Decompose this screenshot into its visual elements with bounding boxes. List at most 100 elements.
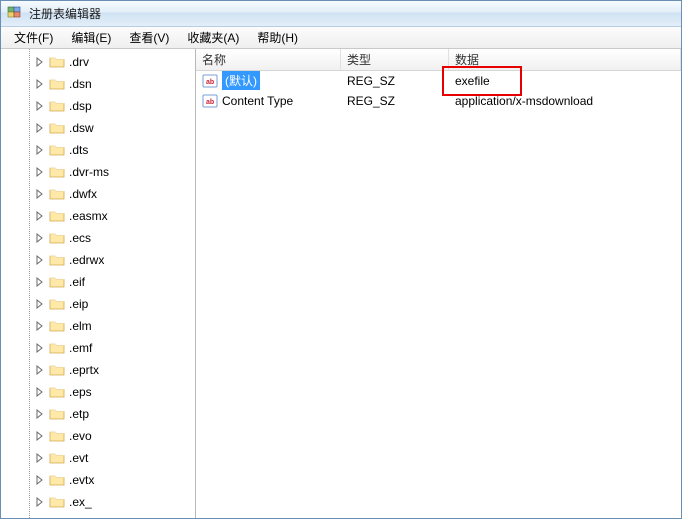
expand-icon[interactable]	[35, 79, 45, 89]
titlebar[interactable]: 注册表编辑器	[1, 1, 681, 27]
list-row[interactable]: abContent TypeREG_SZapplication/x-msdown…	[196, 91, 681, 111]
expand-icon[interactable]	[35, 387, 45, 397]
tree-item-label: .evt	[69, 451, 88, 465]
tree-item-label: .ecs	[69, 231, 91, 245]
folder-icon	[49, 230, 65, 246]
expand-icon[interactable]	[35, 145, 45, 155]
svg-text:ab: ab	[206, 99, 214, 106]
expand-icon[interactable]	[35, 409, 45, 419]
folder-icon	[49, 450, 65, 466]
tree-item[interactable]: .dsp	[3, 95, 195, 117]
value-type: REG_SZ	[347, 74, 395, 88]
tree-item-label: .edrwx	[69, 253, 104, 267]
tree-item[interactable]: .dts	[3, 139, 195, 161]
folder-icon	[49, 54, 65, 70]
menu-help[interactable]: 帮助(H)	[248, 27, 307, 48]
tree-item[interactable]: .dvr-ms	[3, 161, 195, 183]
column-header-type[interactable]: 类型	[341, 49, 449, 70]
app-window: 注册表编辑器 文件(F) 编辑(E) 查看(V) 收藏夹(A) 帮助(H) .d…	[0, 0, 682, 519]
tree-item[interactable]: .eip	[3, 293, 195, 315]
menu-file[interactable]: 文件(F)	[5, 27, 62, 48]
tree-item[interactable]: .emf	[3, 337, 195, 359]
list-pane[interactable]: 名称 类型 数据 ab(默认)REG_SZexefileabContent Ty…	[196, 49, 681, 518]
tree-item[interactable]: .ex_	[3, 491, 195, 513]
folder-icon	[49, 494, 65, 510]
tree-item-label: .dts	[69, 143, 88, 157]
folder-icon	[49, 318, 65, 334]
folder-icon	[49, 406, 65, 422]
expand-icon[interactable]	[35, 255, 45, 265]
tree-item[interactable]: .eprtx	[3, 359, 195, 381]
string-value-icon: ab	[202, 73, 218, 89]
tree-item-label: .emf	[69, 341, 92, 355]
svg-text:ab: ab	[206, 79, 214, 86]
expand-icon[interactable]	[35, 299, 45, 309]
tree-item-label: .easmx	[69, 209, 108, 223]
expand-icon[interactable]	[35, 189, 45, 199]
tree-item-label: .ex_	[69, 495, 92, 509]
list-row[interactable]: ab(默认)REG_SZexefile	[196, 71, 681, 91]
folder-icon	[49, 120, 65, 136]
expand-icon[interactable]	[35, 431, 45, 441]
tree-item[interactable]: .evo	[3, 425, 195, 447]
tree-item[interactable]: .etp	[3, 403, 195, 425]
content-area: .drv .dsn .dsp .dsw .dts .dvr-ms .dwfx .easmx .e…	[1, 49, 681, 518]
tree-item[interactable]: .elm	[3, 315, 195, 337]
folder-icon	[49, 340, 65, 356]
expand-icon[interactable]	[35, 101, 45, 111]
expand-icon[interactable]	[35, 343, 45, 353]
folder-icon	[49, 98, 65, 114]
expand-icon[interactable]	[35, 475, 45, 485]
expand-icon[interactable]	[35, 211, 45, 221]
expand-icon[interactable]	[35, 57, 45, 67]
expand-icon[interactable]	[35, 167, 45, 177]
expand-icon[interactable]	[35, 497, 45, 507]
tree-item-label: .dsn	[69, 77, 92, 91]
expand-icon[interactable]	[35, 123, 45, 133]
tree-item[interactable]: .evt	[3, 447, 195, 469]
menu-view[interactable]: 查看(V)	[120, 27, 178, 48]
folder-icon	[49, 274, 65, 290]
tree-item[interactable]: .eif	[3, 271, 195, 293]
tree-item[interactable]: .dsw	[3, 117, 195, 139]
tree-item[interactable]: .drv	[3, 51, 195, 73]
folder-icon	[49, 186, 65, 202]
column-header-name[interactable]: 名称	[196, 49, 341, 70]
tree-item-label: .elm	[69, 319, 92, 333]
tree-item[interactable]: .ecs	[3, 227, 195, 249]
tree-item-label: .drv	[69, 55, 89, 69]
expand-icon[interactable]	[35, 321, 45, 331]
tree-item[interactable]: .edrwx	[3, 249, 195, 271]
tree-item-label: .dvr-ms	[69, 165, 109, 179]
tree-item-label: .exc	[69, 517, 91, 518]
tree-pane[interactable]: .drv .dsn .dsp .dsw .dts .dvr-ms .dwfx .easmx .e…	[1, 49, 196, 518]
tree-item-label: .dsw	[69, 121, 94, 135]
folder-icon	[49, 472, 65, 488]
tree-item[interactable]: .evtx	[3, 469, 195, 491]
folder-icon	[49, 142, 65, 158]
tree-item[interactable]: .dsn	[3, 73, 195, 95]
tree-item[interactable]: .easmx	[3, 205, 195, 227]
column-header-data[interactable]: 数据	[449, 49, 681, 70]
tree-item-label: .evtx	[69, 473, 94, 487]
tree-item-label: .eip	[69, 297, 88, 311]
value-type: REG_SZ	[347, 94, 395, 108]
value-name: Content Type	[222, 94, 293, 108]
tree-item-label: .dsp	[69, 99, 92, 113]
app-icon	[7, 5, 23, 21]
tree-item[interactable]: .dwfx	[3, 183, 195, 205]
folder-icon	[49, 384, 65, 400]
expand-icon[interactable]	[35, 233, 45, 243]
tree-item-label: .eps	[69, 385, 92, 399]
tree-item[interactable]: .exc	[3, 513, 195, 518]
expand-icon[interactable]	[35, 453, 45, 463]
tree-item[interactable]: .eps	[3, 381, 195, 403]
folder-icon	[49, 516, 65, 518]
folder-icon	[49, 428, 65, 444]
expand-icon[interactable]	[35, 365, 45, 375]
menu-edit[interactable]: 编辑(E)	[62, 27, 120, 48]
expand-icon[interactable]	[35, 277, 45, 287]
folder-icon	[49, 208, 65, 224]
menu-favorites[interactable]: 收藏夹(A)	[178, 27, 248, 48]
folder-icon	[49, 164, 65, 180]
